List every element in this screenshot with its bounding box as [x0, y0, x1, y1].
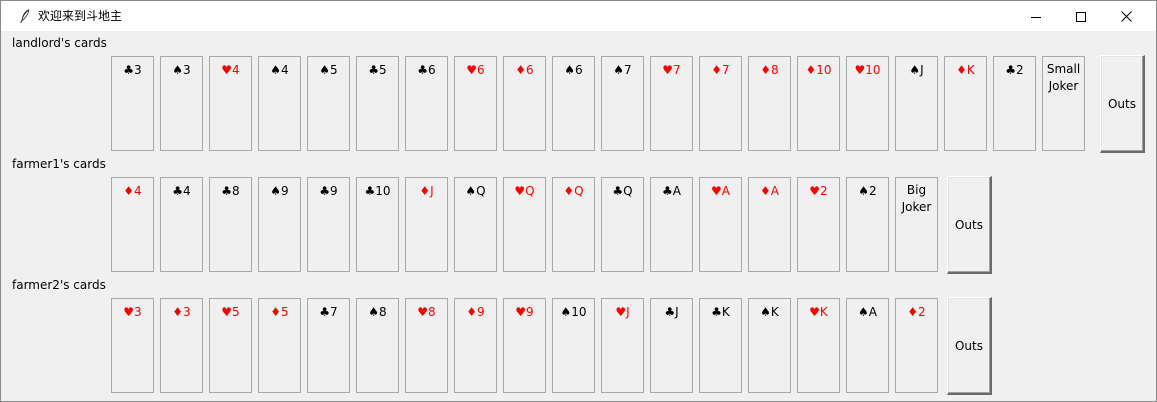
landlord-card[interactable]: ♣3	[111, 56, 154, 151]
landlord-card[interactable]: ♦8	[748, 56, 791, 151]
farmer2-card[interactable]: ♣K	[699, 298, 742, 393]
landlord-card[interactable]: ♥6	[454, 56, 497, 151]
farmer2-card[interactable]: ♥5	[209, 298, 252, 393]
landlord-card[interactable]: ♣6	[405, 56, 448, 151]
farmer2-card[interactable]: ♠K	[748, 298, 791, 393]
landlord-card[interactable]: ♠6	[552, 56, 595, 151]
landlord-card[interactable]: ♠J	[895, 56, 938, 151]
farmer1-card[interactable]: ♠9	[258, 177, 301, 272]
farmer2-card[interactable]: ♦3	[160, 298, 203, 393]
minimize-icon	[1031, 7, 1041, 26]
feather-icon	[17, 8, 33, 24]
game-area: landlord's cards ♣3 ♠3 ♥4 ♠4 ♠5 ♣5 ♣6 ♥6 ♦6 ♠6 ♠7 ♥7…	[8, 32, 1150, 397]
farmer2-card[interactable]: ♦5	[258, 298, 301, 393]
farmer2-card[interactable]: ♥K	[797, 298, 840, 393]
window-title: 欢迎来到斗地主	[38, 9, 123, 23]
farmer2-card[interactable]: ♥3	[111, 298, 154, 393]
farmer2-card[interactable]: ♥9	[503, 298, 546, 393]
farmer1-card[interactable]: ♣9	[307, 177, 350, 272]
farmer1-card[interactable]: ♥A	[699, 177, 742, 272]
landlord-card[interactable]: Small Joker	[1042, 56, 1085, 151]
farmer1-card[interactable]: ♣8	[209, 177, 252, 272]
farmer1-card[interactable]: ♦A	[748, 177, 791, 272]
farmer2-card[interactable]: ♥8	[405, 298, 448, 393]
farmer1-cards-label: farmer1's cards	[12, 157, 106, 171]
landlord-card[interactable]: ♠7	[601, 56, 644, 151]
landlord-outs-button[interactable]: Outs	[1100, 55, 1145, 153]
landlord-card[interactable]: ♦6	[503, 56, 546, 151]
game-window: 欢迎来到斗地主 landlord's cards ♣3 ♠3 ♥4 ♠4 ♠5 ♣5 ♣6 ♥6…	[0, 0, 1157, 402]
maximize-button[interactable]	[1058, 1, 1104, 31]
landlord-cards-label: landlord's cards	[12, 36, 107, 50]
farmer1-card[interactable]: ♦Q	[552, 177, 595, 272]
farmer1-card[interactable]: ♣Q	[601, 177, 644, 272]
farmer2-card[interactable]: ♠8	[356, 298, 399, 393]
landlord-card[interactable]: ♠5	[307, 56, 350, 151]
close-button[interactable]	[1103, 1, 1149, 31]
landlord-card[interactable]: ♦7	[699, 56, 742, 151]
farmer1-card[interactable]: ♠2	[846, 177, 889, 272]
farmer1-card[interactable]: ♥2	[797, 177, 840, 272]
farmer1-card[interactable]: ♣4	[160, 177, 203, 272]
farmer2-card[interactable]: ♥J	[601, 298, 644, 393]
farmer1-card[interactable]: Big Joker	[895, 177, 938, 272]
farmer1-outs-button[interactable]: Outs	[947, 176, 992, 274]
landlord-card[interactable]: ♥7	[650, 56, 693, 151]
farmer1-card[interactable]: ♣10	[356, 177, 399, 272]
landlord-card[interactable]: ♠4	[258, 56, 301, 151]
farmer1-card[interactable]: ♦J	[405, 177, 448, 272]
landlord-card[interactable]: ♥10	[846, 56, 889, 151]
farmer2-card[interactable]: ♦2	[895, 298, 938, 393]
farmer1-card[interactable]: ♠Q	[454, 177, 497, 272]
farmer2-cards-label: farmer2's cards	[12, 278, 106, 292]
farmer2-outs-button[interactable]: Outs	[947, 297, 992, 395]
farmer1-card[interactable]: ♦4	[111, 177, 154, 272]
farmer1-card[interactable]: ♥Q	[503, 177, 546, 272]
landlord-card[interactable]: ♣2	[993, 56, 1036, 151]
farmer2-card[interactable]: ♦9	[454, 298, 497, 393]
farmer1-card[interactable]: ♣A	[650, 177, 693, 272]
landlord-card[interactable]: ♣5	[356, 56, 399, 151]
landlord-card[interactable]: ♥4	[209, 56, 252, 151]
farmer2-card[interactable]: ♠A	[846, 298, 889, 393]
farmer2-card[interactable]: ♣J	[650, 298, 693, 393]
maximize-icon	[1076, 7, 1086, 26]
close-icon	[1120, 7, 1132, 26]
landlord-card[interactable]: ♦10	[797, 56, 840, 151]
title-bar[interactable]: 欢迎来到斗地主	[1, 1, 1156, 31]
minimize-button[interactable]	[1013, 1, 1059, 31]
landlord-card[interactable]: ♦K	[944, 56, 987, 151]
landlord-card[interactable]: ♠3	[160, 56, 203, 151]
farmer2-card[interactable]: ♠10	[552, 298, 595, 393]
farmer2-card[interactable]: ♣7	[307, 298, 350, 393]
